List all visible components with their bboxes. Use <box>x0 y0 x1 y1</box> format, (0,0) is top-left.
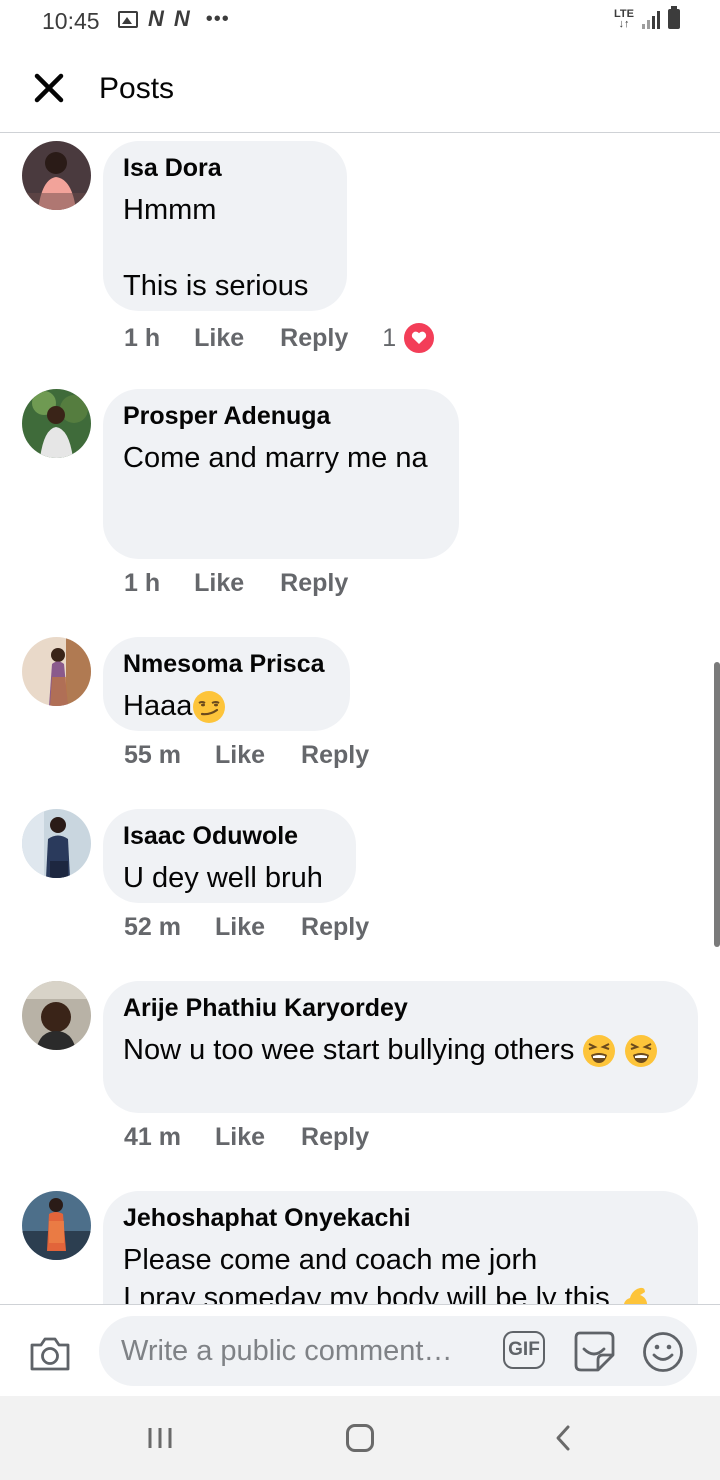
posts-header: Posts <box>0 44 720 133</box>
status-bar: 10:45 N N ••• LTE ↓↑ <box>0 0 720 44</box>
avatar[interactable] <box>22 141 91 210</box>
comment-text: Hmmm This is serious <box>123 194 309 302</box>
comment-bubble[interactable]: Arije Phathiu Karyordey Now u too wee st… <box>103 981 698 1113</box>
signal-icon <box>642 11 660 29</box>
gif-icon[interactable]: GIF <box>503 1331 545 1369</box>
comment-text: Please come and coach me jorh I pray som… <box>123 1241 678 1304</box>
more-notifications-icon: ••• <box>205 8 230 30</box>
comment-author[interactable]: Prosper Adenuga <box>123 403 439 429</box>
home-icon[interactable] <box>346 1424 374 1452</box>
comment-bubble[interactable]: Isa Dora Hmmm This is serious <box>103 141 347 311</box>
comment-text: Haaa <box>123 687 330 725</box>
recent-apps-icon[interactable] <box>146 1426 174 1450</box>
comment-bubble[interactable]: Prosper Adenuga Come and marry me na <box>103 389 459 559</box>
page-title: Posts <box>99 72 175 105</box>
reaction-summary[interactable]: 1 <box>382 321 437 355</box>
heart-icon <box>402 321 437 355</box>
comment-bubble[interactable]: Jehoshaphat Onyekachi Please come and co… <box>103 1191 698 1304</box>
close-icon[interactable] <box>32 71 66 105</box>
comment-actions: 52 m Like Reply <box>124 913 369 942</box>
comment-composer: GIF <box>0 1304 720 1397</box>
status-time: 10:45 <box>42 8 100 34</box>
avatar[interactable] <box>22 981 91 1050</box>
reply-button[interactable]: Reply <box>301 741 369 770</box>
reply-button[interactable]: Reply <box>280 324 348 353</box>
tired-face-emoji <box>625 1035 658 1068</box>
like-button[interactable]: Like <box>215 913 265 942</box>
flexed-biceps-emoji <box>623 1288 647 1304</box>
avatar[interactable] <box>22 809 91 878</box>
comments-list[interactable]: Isa Dora Hmmm This is serious 1 h Like R… <box>0 133 720 1304</box>
system-nav-bar <box>0 1396 720 1480</box>
like-button[interactable]: Like <box>194 324 244 353</box>
scrollbar[interactable] <box>714 662 720 947</box>
avatar[interactable] <box>22 637 91 706</box>
sticker-icon[interactable] <box>572 1329 616 1373</box>
comment-author[interactable]: Isa Dora <box>123 155 327 181</box>
battery-icon <box>668 6 680 29</box>
comment-actions: 55 m Like Reply <box>124 741 369 770</box>
smirk-emoji <box>193 691 226 724</box>
comment-actions: 1 h Like Reply <box>124 569 348 598</box>
comment-time[interactable]: 1 h <box>124 569 160 598</box>
reaction-count: 1 <box>382 323 397 352</box>
reply-button[interactable]: Reply <box>301 1123 369 1152</box>
n-app-icon: N <box>148 6 164 31</box>
avatar[interactable] <box>22 1191 91 1260</box>
like-button[interactable]: Like <box>215 741 265 770</box>
comment-author[interactable]: Isaac Oduwole <box>123 823 336 849</box>
back-icon[interactable] <box>553 1424 573 1452</box>
comment-time[interactable]: 1 h <box>124 324 160 353</box>
reply-button[interactable]: Reply <box>280 569 348 598</box>
smiley-icon[interactable] <box>642 1331 684 1373</box>
comment-actions: 1 h Like Reply 1 <box>124 321 437 355</box>
n-app-icon: N <box>173 6 190 31</box>
system-icons: LTE ↓↑ <box>614 6 680 30</box>
comment-text: Come and marry me na <box>123 442 428 474</box>
comment-author[interactable]: Arije Phathiu Karyordey <box>123 995 678 1021</box>
comment-author[interactable]: Jehoshaphat Onyekachi <box>123 1205 678 1231</box>
comment-text: Now u too wee start bullying others <box>123 1031 678 1069</box>
like-button[interactable]: Like <box>215 1123 265 1152</box>
comment-bubble[interactable]: Nmesoma Prisca Haaa <box>103 637 350 731</box>
comment-text: U dey well bruh <box>123 862 323 894</box>
image-icon <box>118 10 138 28</box>
comment-time[interactable]: 52 m <box>124 913 181 942</box>
comment-time[interactable]: 55 m <box>124 741 181 770</box>
comment-actions: 41 m Like Reply <box>124 1123 369 1152</box>
network-type: LTE ↓↑ <box>614 8 634 30</box>
like-button[interactable]: Like <box>194 569 244 598</box>
avatar[interactable] <box>22 389 91 458</box>
camera-icon[interactable] <box>28 1335 72 1373</box>
comment-time[interactable]: 41 m <box>124 1123 181 1152</box>
notification-icons: N N ••• <box>118 6 230 31</box>
comment-author[interactable]: Nmesoma Prisca <box>123 651 330 677</box>
reply-button[interactable]: Reply <box>301 913 369 942</box>
comment-bubble[interactable]: Isaac Oduwole U dey well bruh <box>103 809 356 903</box>
tired-face-emoji <box>583 1035 616 1068</box>
